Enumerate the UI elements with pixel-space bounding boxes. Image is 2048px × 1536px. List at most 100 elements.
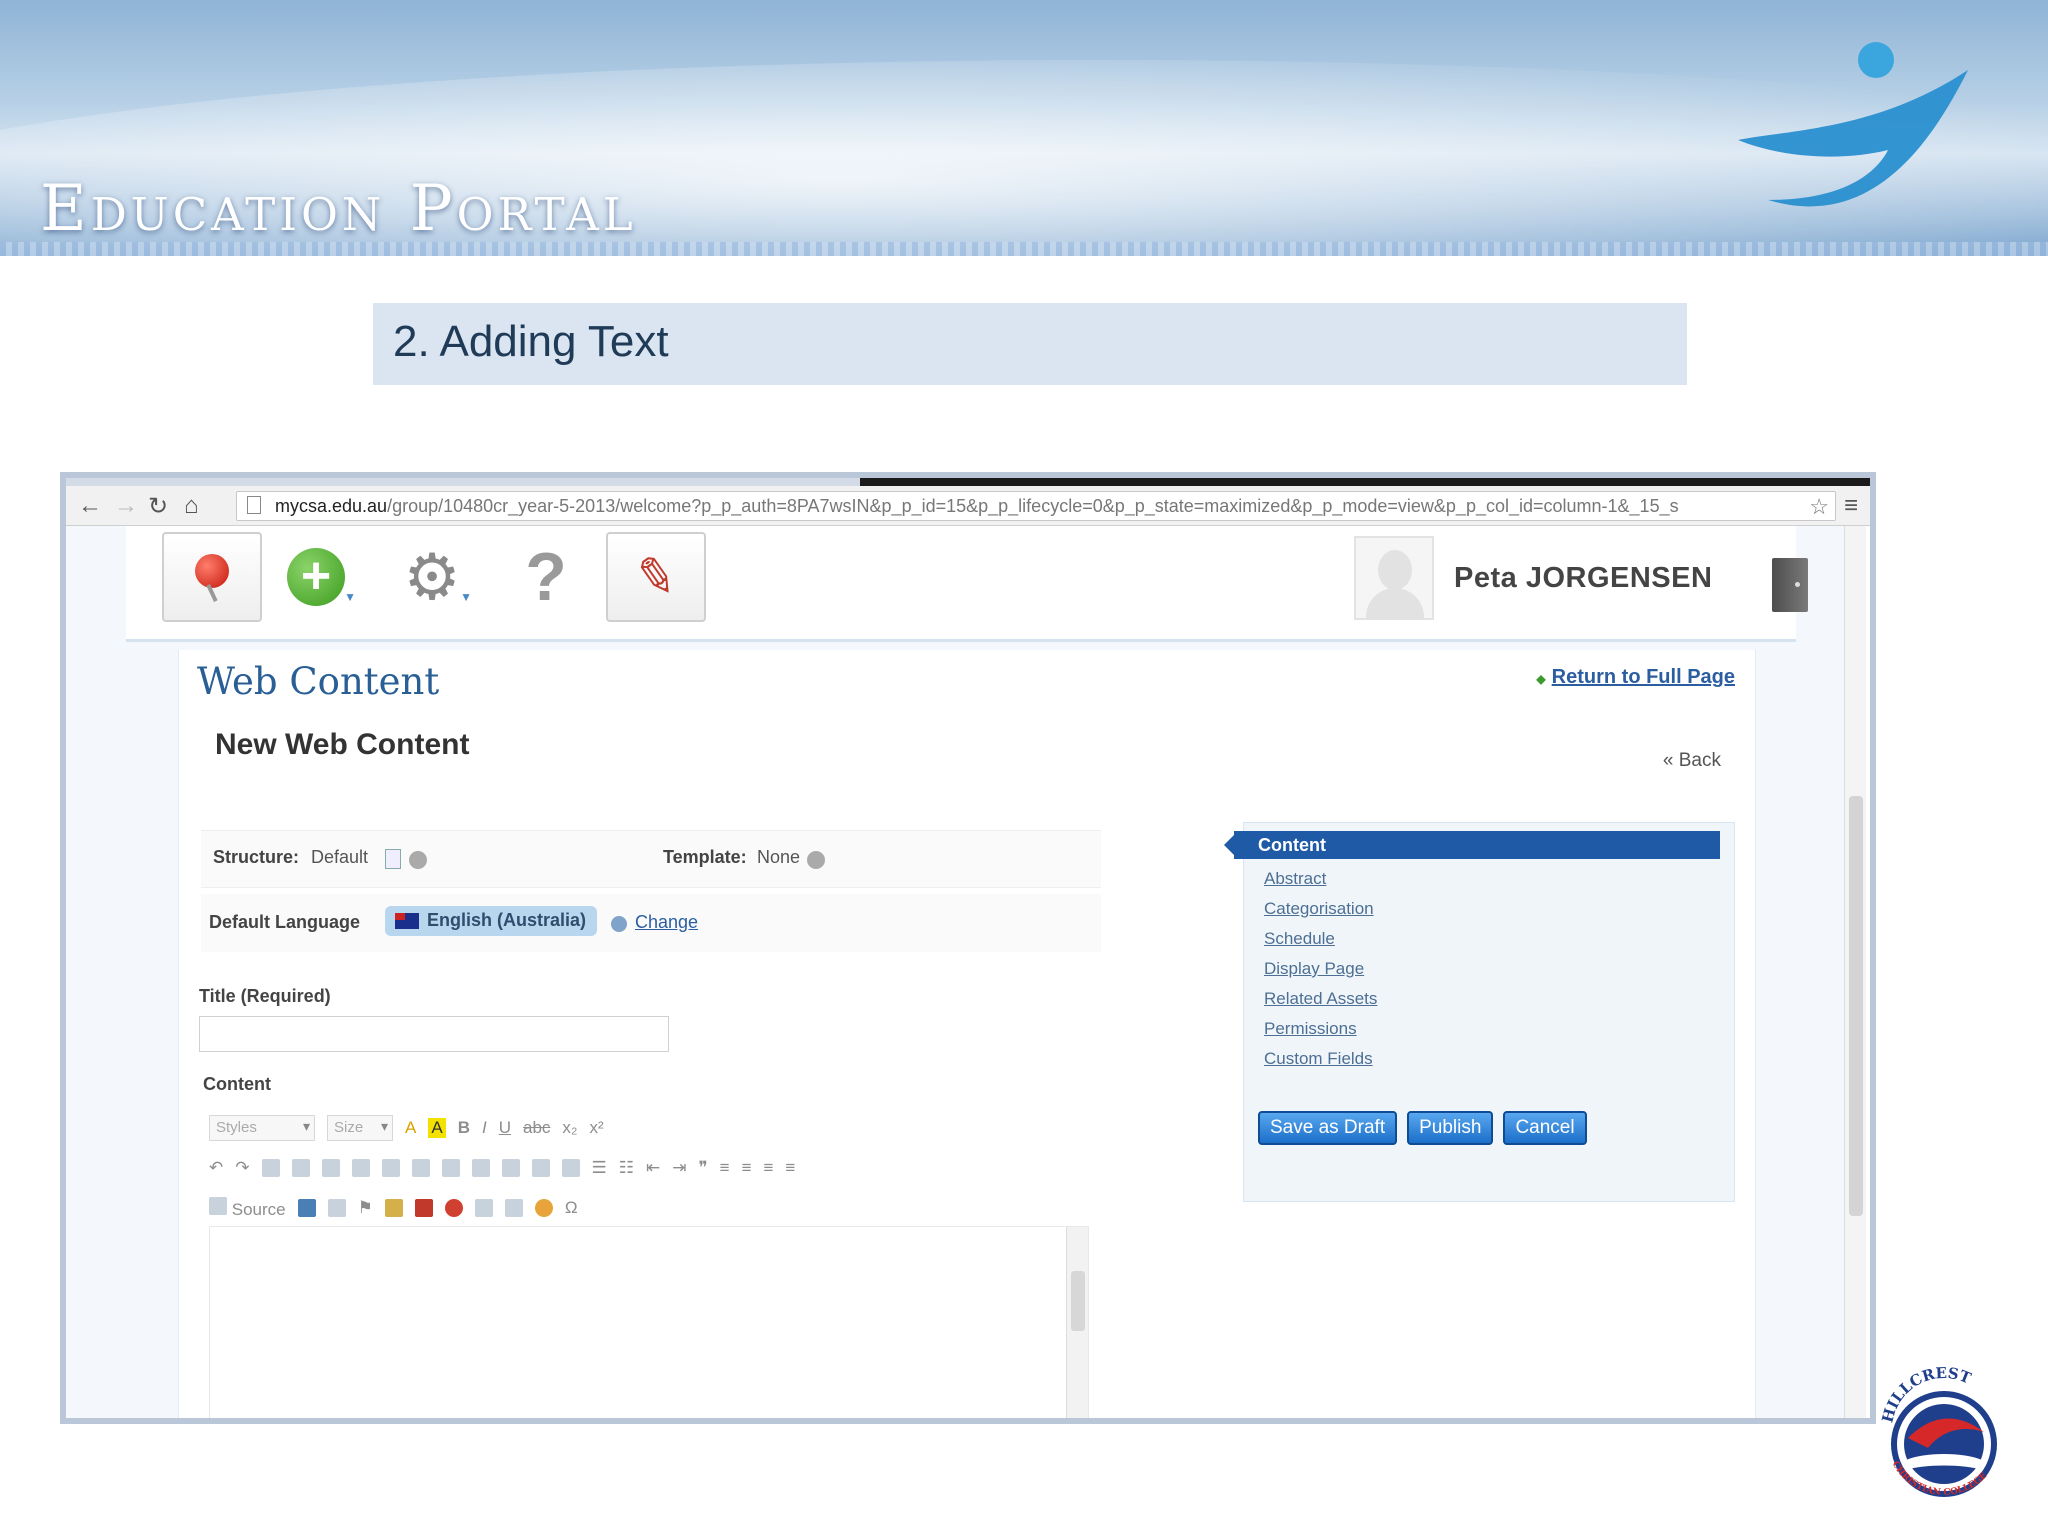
pencil-icon: ✎	[630, 545, 682, 609]
smiley-icon[interactable]	[534, 1199, 553, 1217]
nav-item[interactable]: Schedule	[1264, 925, 1377, 955]
add-button[interactable]: + ▼	[266, 532, 366, 622]
superscript-icon[interactable]: x²	[590, 1118, 604, 1138]
nav-item[interactable]: Display Page	[1264, 955, 1377, 985]
editor-scrollbar[interactable]	[1066, 1227, 1088, 1418]
italic-icon[interactable]: I	[482, 1118, 487, 1138]
template-settings-icon[interactable]	[807, 851, 825, 869]
web-content-portlet: Web Content ◆ Return to Full Page New Web…	[178, 650, 1756, 1418]
reload-icon[interactable]: ↻	[148, 492, 168, 521]
copy-icon[interactable]	[291, 1159, 310, 1177]
structure-value[interactable]: Default	[311, 847, 368, 868]
change-language-link[interactable]: Change	[635, 912, 698, 933]
strikethrough-icon[interactable]: abc	[523, 1118, 550, 1138]
browser-menu-icon[interactable]: ≡	[1844, 492, 1858, 520]
rich-text-toolbar: Styles Size A A B I U abc x₂ x² ↶ ↷	[209, 1096, 1089, 1226]
chevron-down-icon: ▼	[460, 590, 472, 604]
source-icon	[209, 1196, 227, 1215]
source-label: Source	[231, 1199, 286, 1219]
back-link[interactable]: « Back	[1663, 750, 1721, 772]
indent-icon[interactable]: ⇥	[672, 1158, 686, 1178]
edit-controls-button[interactable]: ✎	[606, 532, 706, 622]
template-value[interactable]: None	[757, 847, 800, 868]
paste-word-icon[interactable]	[381, 1159, 400, 1177]
default-language-row: Default Language English (Australia) Cha…	[201, 894, 1101, 952]
nav-item[interactable]: Abstract	[1264, 865, 1377, 895]
user-name[interactable]: Peta JORGENSEN	[1454, 562, 1712, 595]
url-field[interactable]: mycsa.edu.au/group/10480cr_year-5-2013/w…	[236, 491, 1836, 521]
nav-item-content[interactable]: Content	[1224, 831, 1720, 859]
page-scrollbar[interactable]	[1844, 526, 1866, 1418]
subscript-icon[interactable]: x₂	[562, 1118, 577, 1138]
underline-icon[interactable]: U	[499, 1118, 511, 1138]
title-input[interactable]	[199, 1016, 669, 1052]
pin-toggle-button[interactable]	[162, 532, 262, 622]
remove-format-icon[interactable]	[441, 1159, 460, 1177]
cut-icon[interactable]	[261, 1159, 280, 1177]
bulleted-list-icon[interactable]: ☷	[619, 1158, 634, 1178]
align-left-icon[interactable]: ≡	[720, 1158, 730, 1178]
help-button[interactable]: ?	[496, 532, 596, 622]
url-host: mycsa.edu.au	[275, 496, 388, 516]
find-icon[interactable]	[471, 1159, 490, 1177]
table-icon[interactable]	[474, 1199, 493, 1217]
structure-label: Structure:	[213, 847, 300, 867]
align-center-icon[interactable]: ≡	[742, 1158, 752, 1178]
toolbar-row-3: Source ⚑ Ω	[209, 1188, 578, 1228]
link-icon[interactable]	[297, 1199, 316, 1217]
manage-button[interactable]: ⚙ ▼	[382, 532, 482, 622]
back-arrow-icon[interactable]: ←	[78, 492, 102, 520]
justify-icon[interactable]: ≡	[785, 1158, 795, 1178]
forward-arrow-icon[interactable]: →	[114, 492, 138, 520]
numbered-list-icon[interactable]: ☰	[592, 1158, 607, 1178]
nav-item[interactable]: Categorisation	[1264, 895, 1377, 925]
undo-icon[interactable]: ↶	[209, 1158, 223, 1178]
select-all-icon[interactable]	[411, 1159, 430, 1177]
spellcheck-icon[interactable]	[531, 1159, 550, 1177]
spellcheck-options-icon[interactable]	[561, 1159, 580, 1177]
page-subtitle: New Web Content	[215, 728, 470, 761]
video-icon[interactable]	[414, 1199, 433, 1217]
outdent-icon[interactable]: ⇤	[646, 1158, 660, 1178]
paste-text-icon[interactable]	[351, 1159, 370, 1177]
portal-logo-swoosh-icon	[1738, 42, 1968, 207]
paste-icon[interactable]	[321, 1159, 340, 1177]
avatar[interactable]	[1354, 536, 1434, 620]
publish-button[interactable]: Publish	[1407, 1111, 1494, 1145]
structure-row: Structure: Default Template: None	[201, 830, 1101, 888]
redo-icon[interactable]: ↷	[235, 1158, 249, 1178]
source-button[interactable]: Source	[209, 1196, 286, 1220]
save-as-draft-button[interactable]: Save as Draft	[1258, 1111, 1398, 1145]
anchor-flag-icon[interactable]: ⚑	[358, 1198, 373, 1218]
blockquote-icon[interactable]: ❞	[699, 1158, 708, 1178]
image-icon[interactable]	[384, 1199, 403, 1217]
nav-item[interactable]: Related Assets	[1264, 985, 1377, 1015]
form-nav-list: Abstract Categorisation Schedule Display…	[1264, 865, 1377, 1075]
bold-icon[interactable]: B	[458, 1118, 470, 1138]
text-color-icon[interactable]: A	[405, 1118, 416, 1138]
content-editor[interactable]	[209, 1226, 1089, 1418]
sign-out-icon[interactable]	[1772, 558, 1808, 612]
styles-dropdown[interactable]: Styles	[209, 1115, 315, 1141]
home-icon[interactable]: ⌂	[184, 492, 199, 520]
return-to-full-page-link[interactable]: ◆ Return to Full Page	[1536, 666, 1735, 689]
unlink-icon[interactable]	[327, 1199, 346, 1217]
form-buttons: Save as Draft Publish Cancel	[1258, 1111, 1587, 1145]
horizontal-rule-icon[interactable]	[504, 1199, 523, 1217]
highlight-color-icon[interactable]: A	[428, 1118, 446, 1138]
bookmark-star-icon[interactable]: ☆	[1809, 494, 1829, 520]
nav-item[interactable]: Custom Fields	[1264, 1045, 1377, 1075]
default-language-label: Default Language	[209, 912, 361, 932]
align-right-icon[interactable]: ≡	[764, 1158, 774, 1178]
hillcrest-college-logo: HILLCREST CHRISTIAN COLLEGE	[1878, 1364, 1997, 1498]
special-char-icon[interactable]: Ω	[565, 1198, 578, 1218]
cancel-button[interactable]: Cancel	[1503, 1111, 1587, 1145]
browser-tab-strip	[66, 478, 1870, 486]
flash-icon[interactable]	[444, 1199, 463, 1217]
structure-settings-icon[interactable]	[409, 851, 427, 869]
replace-icon[interactable]	[501, 1159, 520, 1177]
structure-select-icon[interactable]	[385, 849, 401, 869]
nav-item[interactable]: Permissions	[1264, 1015, 1377, 1045]
page-icon	[247, 496, 261, 514]
font-size-dropdown[interactable]: Size	[327, 1115, 393, 1141]
